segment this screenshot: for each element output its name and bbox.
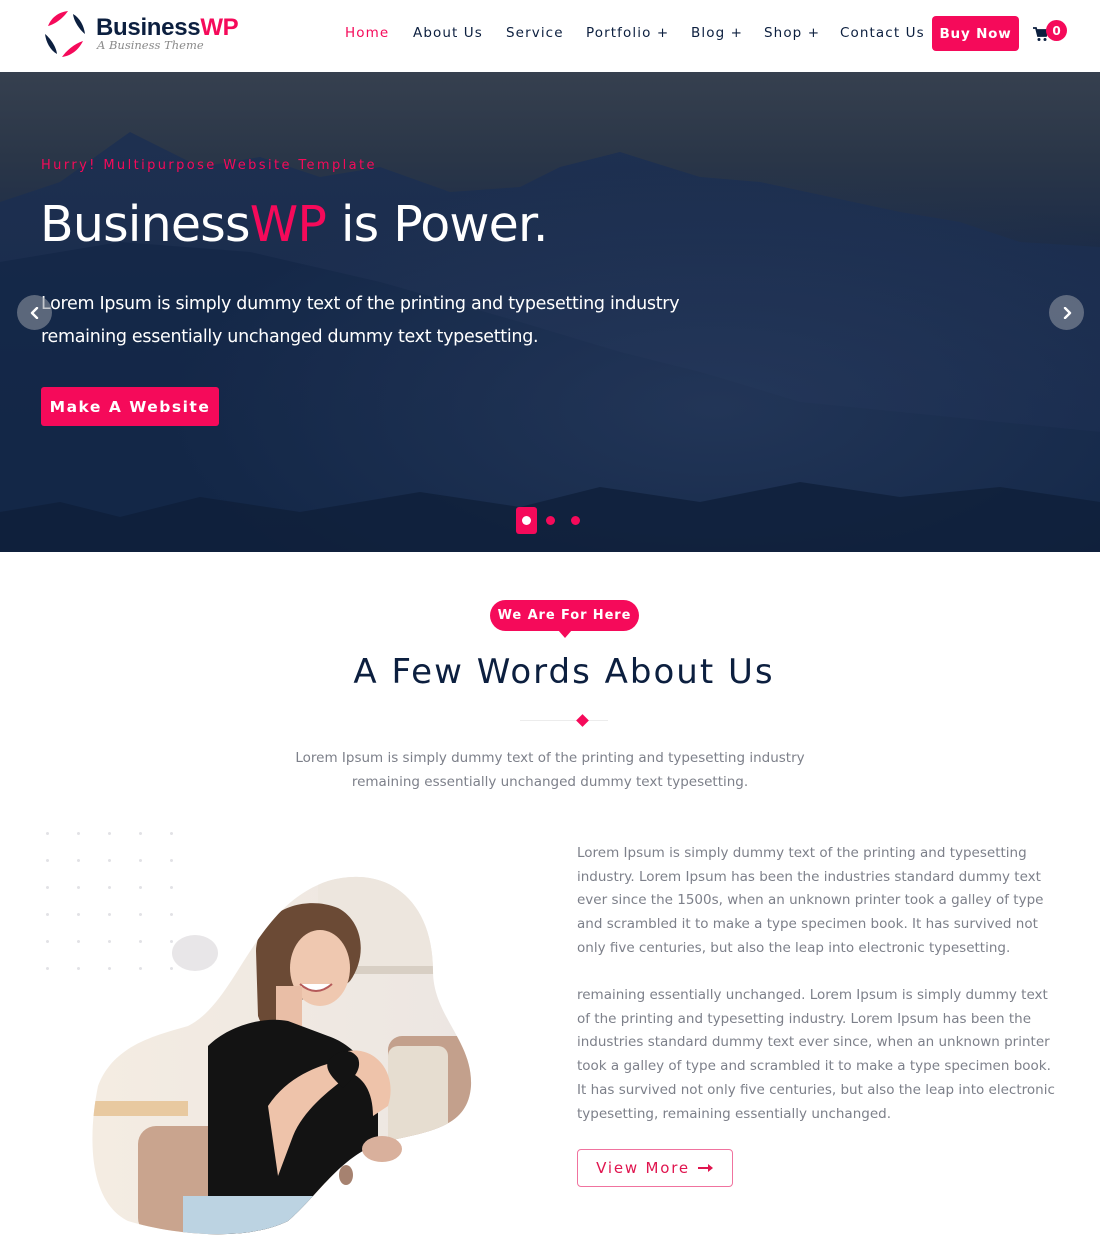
nav-shop[interactable]: Shop +: [764, 25, 820, 41]
view-more-label: View More: [596, 1159, 690, 1177]
grid-dot: [77, 967, 80, 970]
grid-dot: [46, 832, 49, 835]
grid-dot: [108, 832, 111, 835]
grid-dot: [139, 859, 142, 862]
grid-dot: [77, 832, 80, 835]
grid-dot: [46, 913, 49, 916]
nav-home[interactable]: Home: [345, 25, 389, 41]
make-a-website-button[interactable]: Make A Website: [41, 387, 219, 426]
slider-dot-1[interactable]: [516, 507, 537, 534]
cart-count-badge: 0: [1046, 20, 1067, 41]
about-image: [88, 876, 478, 1236]
chevron-right-icon: [1063, 306, 1071, 319]
section-pill-badge: We Are For Here: [490, 600, 639, 638]
grid-dot: [46, 940, 49, 943]
hero-kicker: Hurry! Multipurpose Website Template: [41, 158, 377, 173]
grid-dot: [170, 832, 173, 835]
grid-dot: [46, 859, 49, 862]
nav-blog[interactable]: Blog +: [691, 25, 743, 41]
grid-dot: [77, 913, 80, 916]
slider-dot-3[interactable]: [571, 516, 580, 525]
slider-prev-button[interactable]: [17, 295, 52, 330]
cart-button[interactable]: 0: [1033, 20, 1069, 46]
nav-about-us[interactable]: About Us: [413, 25, 483, 41]
site-header: BusinessWP A Business Theme Home About U…: [0, 0, 1100, 72]
slider-next-button[interactable]: [1049, 295, 1084, 330]
about-paragraph-1: Lorem Ipsum is simply dummy text of the …: [577, 845, 1044, 956]
about-paragraph-2: remaining essentially unchanged. Lorem I…: [577, 987, 1055, 1122]
hero-slider: Hurry! Multipurpose Website Template Bus…: [0, 72, 1100, 552]
grid-dot: [77, 886, 80, 889]
buy-now-button[interactable]: Buy Now: [932, 16, 1019, 51]
grid-dot: [46, 967, 49, 970]
hero-title: BusinessWP is Power.: [40, 196, 548, 253]
grid-dot: [108, 859, 111, 862]
nav-service[interactable]: Service: [506, 25, 564, 41]
chevron-left-icon: [30, 306, 38, 319]
grid-dot: [77, 859, 80, 862]
grid-dot: [77, 940, 80, 943]
slider-pagination: [516, 507, 596, 534]
woman-photo-blob: [92, 876, 472, 1235]
slider-dot-2[interactable]: [546, 516, 555, 525]
grid-dot: [170, 859, 173, 862]
section-subtitle: Lorem Ipsum is simply dummy text of the …: [295, 750, 805, 790]
main-nav: Home About Us Service Portfolio + Blog +…: [0, 0, 1100, 72]
nav-portfolio[interactable]: Portfolio +: [586, 25, 669, 41]
view-more-button[interactable]: View More: [577, 1149, 733, 1187]
arrow-right-icon: [697, 1164, 713, 1172]
title-divider: [520, 720, 608, 721]
grid-dot: [139, 832, 142, 835]
nav-contact-us[interactable]: Contact Us: [840, 25, 925, 41]
diamond-icon: [576, 714, 589, 727]
section-title: A Few Words About Us: [353, 652, 775, 692]
hero-description: Lorem Ipsum is simply dummy text of the …: [41, 294, 680, 347]
grid-dot: [46, 886, 49, 889]
